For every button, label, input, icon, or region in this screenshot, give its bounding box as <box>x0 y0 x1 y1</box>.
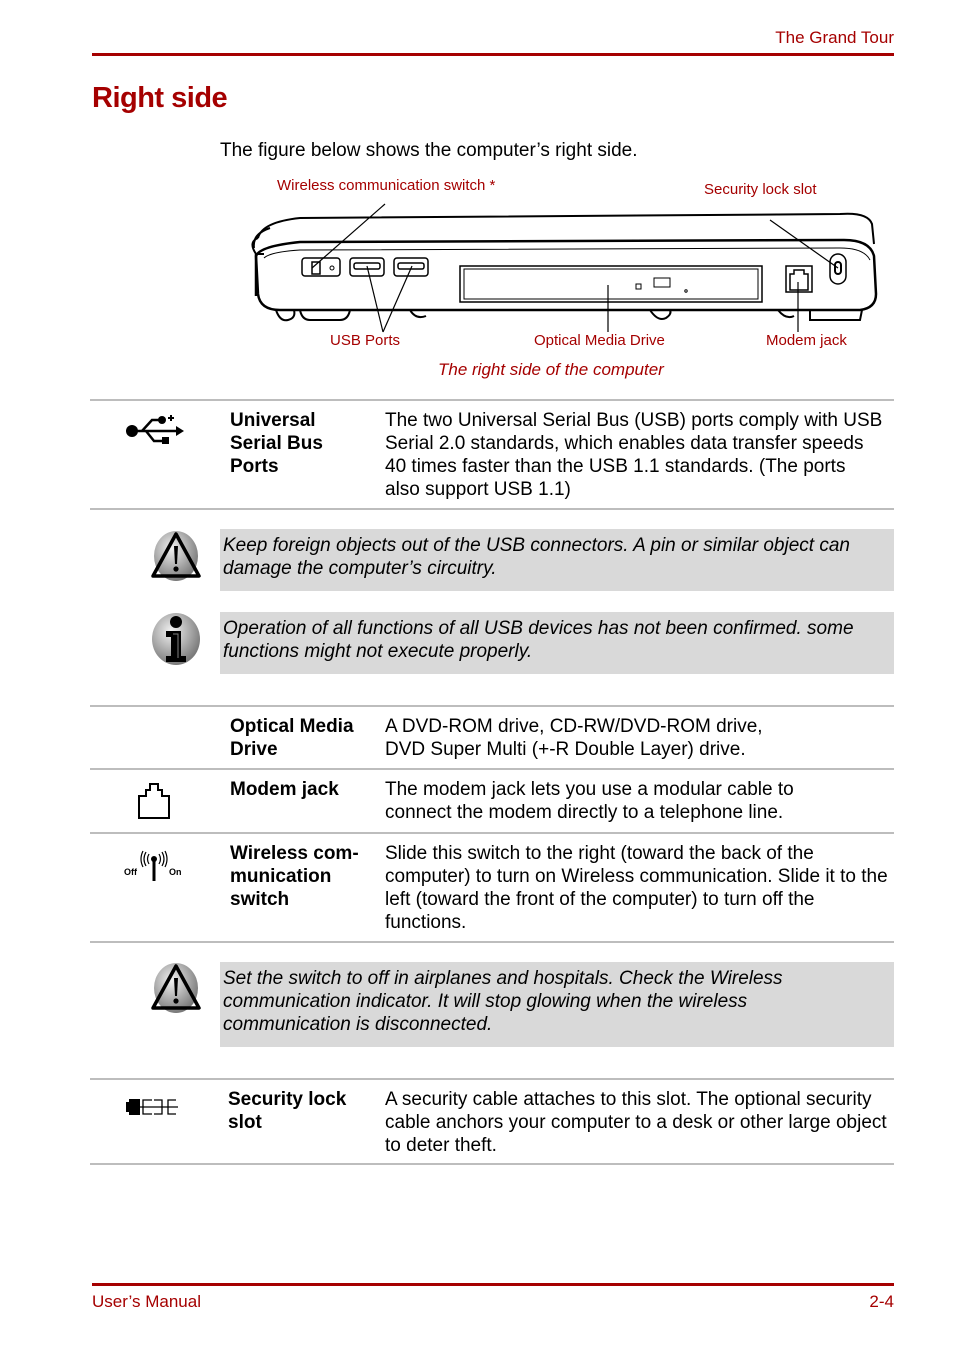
figure-caption: The right side of the computer <box>438 360 664 379</box>
security-lock-icon <box>124 1097 182 1122</box>
term-usb-ports: Universal Serial Bus Ports <box>230 410 323 477</box>
warning-icon <box>150 962 202 1019</box>
label-usb-ports: USB Ports <box>330 332 401 349</box>
running-header: The Grand Tour <box>775 28 894 47</box>
info-icon <box>150 612 202 671</box>
divider <box>90 508 894 510</box>
header-rule <box>92 53 894 56</box>
on-label: On <box>169 867 182 877</box>
divider <box>90 768 894 770</box>
info-note-usb: Operation of all functions of all USB de… <box>220 612 894 674</box>
divider <box>90 832 894 834</box>
note-text: Set the switch to off in airplanes and h… <box>223 968 783 1035</box>
warning-icon <box>150 530 202 587</box>
warning-note-wireless: Set the switch to off in airplanes and h… <box>220 962 894 1047</box>
term-optical-drive: Optical Media Drive <box>230 716 354 760</box>
off-label: Off <box>124 867 137 877</box>
divider <box>90 1078 894 1080</box>
term-modem-jack: Modem jack <box>230 779 339 800</box>
laptop-right-side-figure: Wireless communication switch * Security… <box>240 170 900 390</box>
divider <box>90 1163 894 1165</box>
security-callout-line <box>769 219 839 269</box>
desc-modem-jack: The modem jack lets you use a modular ca… <box>385 779 794 823</box>
laptop-illustration <box>251 203 878 333</box>
divider <box>90 705 894 707</box>
label-modem-jack: Modem jack <box>766 332 847 349</box>
modem-jack-icon <box>136 782 172 825</box>
divider <box>90 941 894 943</box>
wireless-switch-icon: Off On <box>122 850 186 884</box>
footer-rule <box>92 1283 894 1286</box>
label-security-lock: Security lock slot <box>704 181 817 198</box>
usb-icon <box>124 412 186 451</box>
desc-usb-ports: The two Universal Serial Bus (USB) ports… <box>385 410 883 500</box>
desc-optical-drive: A DVD-ROM drive, CD-RW/DVD-ROM drive, DV… <box>385 716 763 760</box>
desc-security-lock: A security cable attaches to this slot. … <box>385 1089 887 1156</box>
desc-wireless-switch: Slide this switch to the right (toward t… <box>385 843 888 933</box>
note-text: Operation of all functions of all USB de… <box>223 618 854 662</box>
label-optical-drive: Optical Media Drive <box>534 332 665 349</box>
page-title: Right side <box>92 82 228 114</box>
warning-note-usb: Keep foreign objects out of the USB conn… <box>220 529 894 591</box>
term-wireless-switch: Wireless com-munication switch <box>230 843 359 910</box>
term-security-lock: Security lock slot <box>228 1089 347 1133</box>
label-wireless-switch: Wireless communication switch * <box>277 177 496 194</box>
note-text: Keep foreign objects out of the USB conn… <box>223 535 850 579</box>
page-number: 2-4 <box>869 1292 894 1311</box>
footer-manual-title: User’s Manual <box>92 1292 201 1311</box>
intro-text: The figure below shows the computer’s ri… <box>220 140 638 161</box>
divider <box>90 399 894 401</box>
